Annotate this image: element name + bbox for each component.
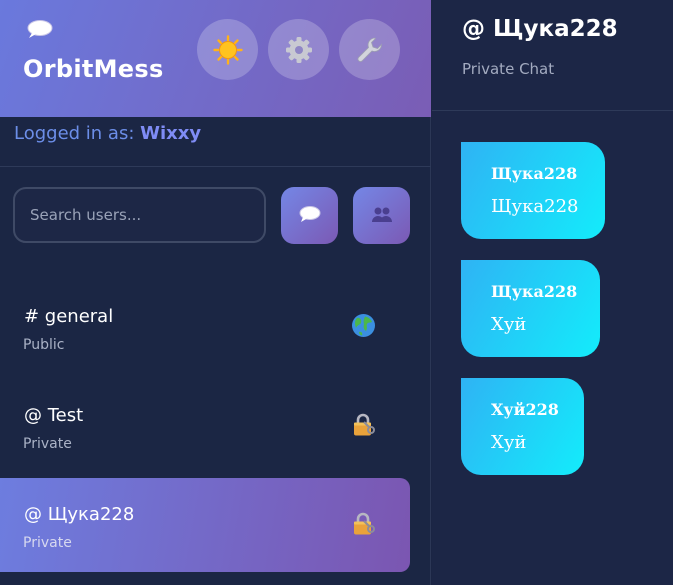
group-icon — [371, 205, 393, 227]
new-group-button[interactable] — [353, 187, 410, 244]
sidebar: OrbitMess Logged in as: Wixxy Search use… — [0, 0, 431, 585]
wrench-icon — [355, 35, 385, 65]
search-input[interactable] — [13, 187, 266, 243]
chat-type: Private — [23, 436, 72, 452]
sun-icon — [212, 34, 243, 65]
logged-in-label: Logged in as: — [14, 123, 135, 144]
speech-balloon-icon — [298, 205, 322, 227]
divider — [432, 110, 673, 111]
speech-balloon-icon — [26, 19, 54, 42]
settings-button[interactable] — [268, 19, 329, 80]
message-author: Хуй228 — [491, 400, 559, 419]
app-header: OrbitMess — [0, 0, 431, 117]
app-title: OrbitMess — [23, 55, 164, 83]
conversation-subtitle: Private Chat — [462, 60, 555, 78]
chat-name: @ Test — [24, 405, 84, 426]
chat-item-test[interactable]: @ Test Private — [0, 379, 410, 473]
chat-type: Private — [23, 535, 72, 551]
message-author: Щука228 — [491, 282, 578, 301]
message-text: Хуй — [491, 314, 527, 335]
message-text: Хуй — [491, 432, 527, 453]
chat-item-general[interactable]: # general Public — [0, 280, 410, 374]
logged-in-status: Logged in as: Wixxy — [14, 123, 201, 144]
chat-item-shchuka228[interactable]: @ Щука228 Private — [0, 478, 410, 572]
conversation-panel: @ Щука228 Private Chat Щука228 Щука228 Щ… — [432, 0, 673, 585]
tools-button[interactable] — [339, 19, 400, 80]
new-chat-button[interactable] — [281, 187, 338, 244]
message-author: Щука228 — [491, 164, 578, 183]
message-bubble: Щука228 Хуй — [461, 260, 600, 357]
theme-toggle-button[interactable] — [197, 19, 258, 80]
conversation-title: @ Щука228 — [462, 16, 618, 42]
message-text: Щука228 — [491, 196, 579, 217]
current-username: Wixxy — [140, 123, 202, 144]
message-bubble: Хуй228 Хуй — [461, 378, 584, 475]
chat-name: # general — [24, 306, 114, 327]
message-bubble: Щука228 Щука228 — [461, 142, 605, 239]
globe-icon — [351, 313, 376, 342]
chat-type: Public — [23, 337, 65, 353]
lock-icon — [351, 511, 377, 541]
lock-icon — [351, 412, 377, 442]
gear-icon — [284, 35, 314, 65]
chat-name: @ Щука228 — [24, 504, 135, 525]
divider — [0, 166, 431, 167]
